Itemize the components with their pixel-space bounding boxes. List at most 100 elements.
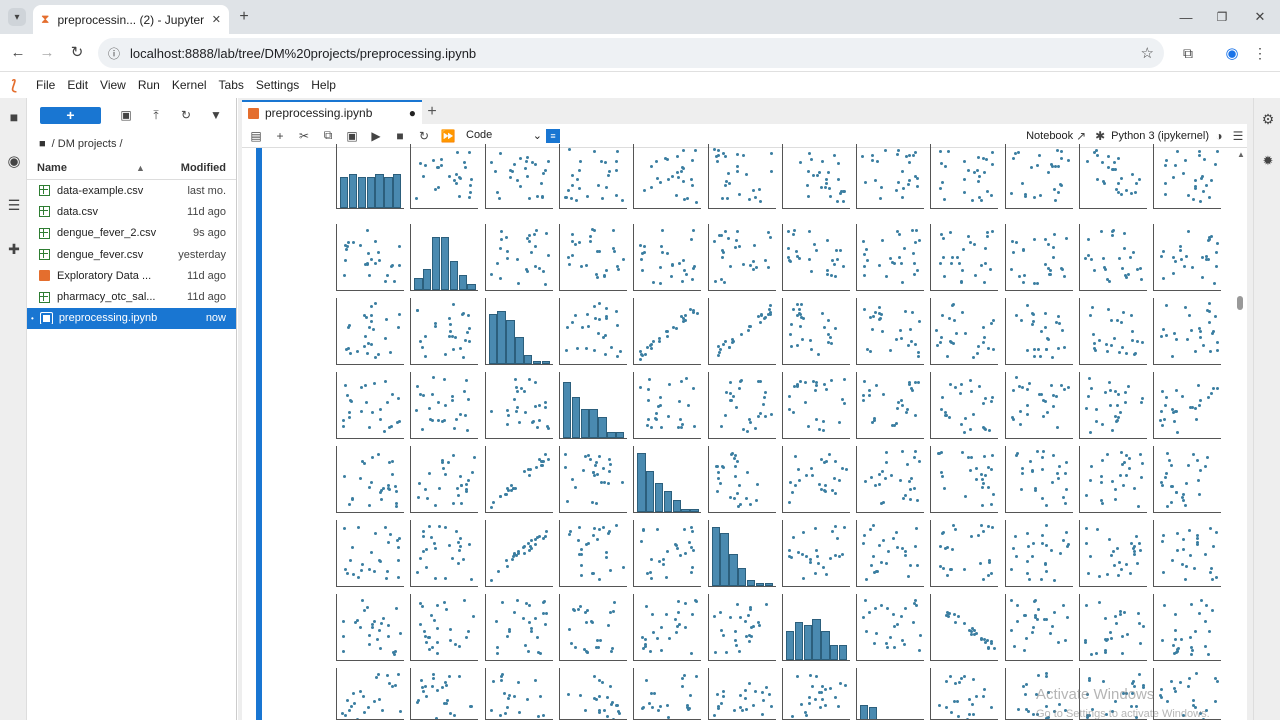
scatter-point: [592, 149, 596, 153]
menu-help[interactable]: Help: [305, 78, 342, 92]
unsaved-dot-icon[interactable]: ●: [409, 106, 416, 120]
file-row[interactable]: data-example.csv last mo.: [27, 180, 236, 201]
column-modified[interactable]: Modified: [166, 162, 236, 174]
restore-icon[interactable]: ❐: [1212, 8, 1232, 26]
extensions-icon[interactable]: ⧉: [1178, 43, 1198, 63]
property-inspector-gear-icon[interactable]: ⚙: [1259, 110, 1277, 128]
running-kernels-icon[interactable]: ◉: [5, 152, 23, 170]
forward-icon[interactable]: →: [38, 43, 56, 61]
folder-icon[interactable]: ■: [5, 108, 23, 126]
home-folder-icon[interactable]: ■: [39, 138, 46, 150]
menu-view[interactable]: View: [94, 78, 132, 92]
notebook-label[interactable]: Notebook: [1026, 130, 1073, 142]
scatter-point: [1052, 611, 1056, 615]
interrupt-icon[interactable]: ■: [388, 129, 412, 143]
scatter-point: [603, 708, 607, 712]
scatter-point: [844, 684, 848, 688]
column-name[interactable]: Name: [27, 162, 136, 174]
menu-edit[interactable]: Edit: [61, 78, 94, 92]
scatter-point: [396, 397, 400, 401]
restart-icon[interactable]: ↻: [412, 129, 436, 143]
copy-icon[interactable]: ⧉: [316, 128, 340, 143]
cell-type-select[interactable]: Code ⌄: [466, 129, 542, 142]
refresh-icon[interactable]: ↻: [171, 108, 201, 122]
file-row[interactable]: Exploratory Data ... 11d ago: [27, 265, 236, 286]
scatter-point: [900, 450, 904, 454]
profile-icon[interactable]: ◉: [1222, 43, 1242, 63]
scatter-point: [791, 233, 795, 237]
histogram-bar: [497, 310, 506, 364]
new-launcher-button[interactable]: +: [40, 106, 101, 124]
scatter-point: [916, 354, 920, 358]
file-row[interactable]: pharmacy_otc_sal... 11d ago: [27, 286, 236, 307]
scatter-point: [607, 482, 611, 486]
scatter-point: [734, 464, 738, 468]
breadcrumb-path[interactable]: / DM projects /: [52, 138, 123, 150]
scatter-point: [465, 636, 469, 640]
upload-icon[interactable]: ⤒: [141, 108, 171, 123]
scatter-point: [434, 546, 438, 550]
scatter-point: [681, 149, 685, 153]
tab-search-chevron-icon[interactable]: ▾: [8, 8, 26, 26]
scatter-point: [717, 233, 721, 237]
kernel-name[interactable]: Python 3 (ipykernel): [1111, 130, 1209, 142]
scatter-point: [1215, 531, 1219, 535]
scatter-point: [960, 279, 964, 283]
address-bar[interactable]: ⓘ localhost:8888/lab/tree/DM%20projects/…: [98, 38, 1164, 68]
notebook-scrollbar[interactable]: ▲: [1234, 150, 1246, 720]
cut-icon[interactable]: ✂: [292, 129, 316, 143]
scroll-thumb[interactable]: [1237, 296, 1243, 310]
scatter-point: [986, 485, 990, 489]
scatter-point: [394, 501, 398, 505]
minimize-icon[interactable]: —: [1176, 8, 1196, 26]
filter-icon[interactable]: ▼: [201, 108, 231, 122]
close-window-icon[interactable]: ✕: [1250, 8, 1270, 26]
scatter-point: [605, 556, 609, 560]
menu-tabs[interactable]: Tabs: [213, 78, 250, 92]
scatter-point: [603, 275, 607, 279]
extensions-puzzle-icon[interactable]: ✚: [5, 240, 23, 258]
table-of-contents-icon[interactable]: ☰: [5, 196, 23, 214]
menu-run[interactable]: Run: [132, 78, 166, 92]
scatter-point: [1195, 418, 1199, 422]
run-all-icon[interactable]: ⏩: [436, 129, 460, 143]
site-info-icon[interactable]: ⓘ: [108, 45, 120, 62]
new-tab-icon[interactable]: +: [234, 8, 254, 26]
menu-file[interactable]: File: [30, 78, 61, 92]
file-row-selected[interactable]: • preprocessing.ipynb now: [27, 307, 236, 330]
scatter-point: [504, 493, 508, 497]
browser-menu-icon[interactable]: ⋮: [1252, 43, 1268, 63]
bookmark-star-icon[interactable]: ☆: [1141, 44, 1154, 62]
active-cell-indicator[interactable]: [256, 148, 262, 720]
reload-icon[interactable]: ↻: [68, 43, 86, 61]
scatter-point: [900, 398, 904, 402]
scroll-up-icon[interactable]: ▲: [1237, 150, 1245, 159]
scatter-point: [377, 698, 381, 702]
notebook-tab[interactable]: preprocessing.ipynb ●: [242, 100, 422, 124]
close-tab-icon[interactable]: ✕: [212, 13, 221, 26]
scatter-point: [1049, 269, 1053, 273]
insert-cell-icon[interactable]: +: [268, 129, 292, 143]
new-folder-icon[interactable]: ▣: [111, 108, 141, 122]
run-icon[interactable]: ▶: [364, 129, 388, 143]
scatter-point: [595, 501, 599, 505]
open-external-icon[interactable]: ↗: [1073, 129, 1089, 143]
menu-kernel[interactable]: Kernel: [166, 78, 213, 92]
scatter-point: [359, 477, 363, 481]
menu-settings[interactable]: Settings: [250, 78, 305, 92]
file-row[interactable]: data.csv 11d ago: [27, 201, 236, 222]
debugger-icon[interactable]: ✹: [1259, 152, 1277, 170]
file-row[interactable]: dengue_fever_2.csv 9s ago: [27, 223, 236, 244]
paste-icon[interactable]: ▣: [340, 129, 364, 143]
save-icon[interactable]: ▤: [244, 129, 268, 143]
pair-plot-panel: [1153, 144, 1222, 209]
kernel-settings-icon[interactable]: ✱: [1089, 129, 1111, 143]
back-icon[interactable]: ←: [9, 43, 27, 61]
browser-tab[interactable]: ⧗ preprocessin... (2) - JupyterLab ✕: [33, 5, 229, 34]
scatter-point: [591, 500, 595, 504]
notebook-menu-icon[interactable]: ☰: [1229, 129, 1247, 143]
scatter-point: [1056, 425, 1060, 429]
add-tab-icon[interactable]: +: [422, 102, 442, 122]
file-row[interactable]: dengue_fever.csv yesterday: [27, 244, 236, 265]
property-inspector-icon[interactable]: ≡: [546, 128, 560, 143]
